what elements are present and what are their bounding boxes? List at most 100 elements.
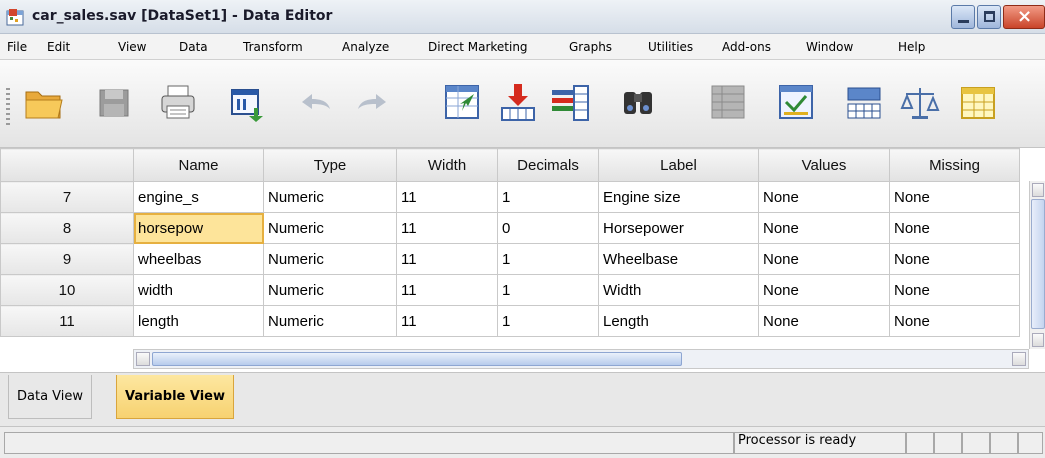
vertical-scroll-thumb[interactable]: [1031, 199, 1045, 329]
open-folder-icon[interactable]: [22, 80, 66, 124]
table-cell[interactable]: None: [889, 305, 1020, 337]
column-header[interactable]: Width: [396, 148, 498, 182]
menu-graphs[interactable]: Graphs: [569, 40, 612, 54]
scroll-up-icon[interactable]: [1032, 183, 1044, 197]
menu-transform[interactable]: Transform: [243, 40, 303, 54]
menu-file[interactable]: File: [7, 40, 27, 54]
scroll-left-icon[interactable]: [136, 352, 150, 366]
table-cell[interactable]: length: [133, 305, 264, 337]
menu-add-ons[interactable]: Add-ons: [722, 40, 771, 54]
column-header[interactable]: Values: [758, 148, 890, 182]
row-number[interactable]: 9: [0, 243, 134, 275]
table-cell[interactable]: None: [758, 305, 890, 337]
table-cell[interactable]: wheelbas: [133, 243, 264, 275]
row-number[interactable]: 8: [0, 212, 134, 244]
table-cell[interactable]: 11: [396, 274, 498, 306]
table-cell[interactable]: Length: [598, 305, 759, 337]
variable-grid: Name Type Width Decimals Label Values Mi…: [0, 148, 1045, 372]
print-icon[interactable]: [156, 80, 200, 124]
table-cell[interactable]: 1: [497, 305, 599, 337]
table-row: 9 wheelbas Numeric 11 1 Wheelbase None N…: [0, 243, 1020, 275]
weight-cases-icon[interactable]: [898, 80, 942, 124]
column-header[interactable]: Label: [598, 148, 759, 182]
column-header[interactable]: Name: [133, 148, 264, 182]
table-cell[interactable]: 1: [497, 181, 599, 213]
maximize-button[interactable]: [977, 5, 1001, 29]
menu-view[interactable]: View: [118, 40, 146, 54]
insert-variable-icon[interactable]: [774, 80, 818, 124]
column-header[interactable]: Decimals: [497, 148, 599, 182]
table-cell[interactable]: None: [889, 243, 1020, 275]
find-icon[interactable]: [616, 80, 660, 124]
table-cell[interactable]: None: [889, 181, 1020, 213]
horizontal-scrollbar[interactable]: [133, 349, 1029, 369]
vertical-scrollbar[interactable]: [1029, 181, 1045, 349]
row-number[interactable]: 7: [0, 181, 134, 213]
menu-direct-marketing[interactable]: Direct Marketing: [428, 40, 528, 54]
table-cell[interactable]: None: [758, 274, 890, 306]
table-cell[interactable]: engine_s: [133, 181, 264, 213]
table-cell[interactable]: Wheelbase: [598, 243, 759, 275]
close-button[interactable]: ×: [1003, 5, 1045, 29]
corner-header[interactable]: [0, 148, 134, 182]
status-pane: [4, 432, 734, 454]
table-cell[interactable]: Numeric: [263, 212, 397, 244]
menu-data[interactable]: Data: [179, 40, 208, 54]
table-cell[interactable]: 11: [396, 305, 498, 337]
variables-icon[interactable]: [548, 80, 592, 124]
table-cell[interactable]: Numeric: [263, 243, 397, 275]
redo-icon[interactable]: [350, 80, 394, 124]
go-to-variable-icon[interactable]: [496, 80, 540, 124]
menu-analyze[interactable]: Analyze: [342, 40, 389, 54]
go-to-case-icon[interactable]: [440, 80, 484, 124]
table-cell[interactable]: 11: [396, 181, 498, 213]
row-number[interactable]: 11: [0, 305, 134, 337]
menu-bar: File Edit View Data Transform Analyze Di…: [0, 34, 1045, 60]
split-file-icon[interactable]: [842, 80, 886, 124]
scroll-right-icon[interactable]: [1012, 352, 1026, 366]
table-cell[interactable]: None: [758, 181, 890, 213]
table-cell[interactable]: Engine size: [598, 181, 759, 213]
status-bar: Processor is ready: [0, 426, 1045, 458]
table-cell[interactable]: None: [758, 243, 890, 275]
minimize-button[interactable]: [951, 5, 975, 29]
table-cell[interactable]: 11: [396, 212, 498, 244]
table-cell[interactable]: None: [889, 212, 1020, 244]
menu-edit[interactable]: Edit: [47, 40, 70, 54]
tab-data-view[interactable]: Data View: [8, 375, 93, 419]
table-cell[interactable]: Width: [598, 274, 759, 306]
menu-utilities[interactable]: Utilities: [648, 40, 693, 54]
table-cell[interactable]: None: [889, 274, 1020, 306]
save-icon[interactable]: [92, 80, 136, 124]
table-cell[interactable]: 11: [396, 243, 498, 275]
maximize-icon: [984, 11, 995, 22]
selected-cell[interactable]: horsepow: [133, 212, 264, 244]
table-row: 10 width Numeric 11 1 Width None None: [0, 274, 1020, 306]
toolbar-grip-icon[interactable]: [6, 88, 10, 128]
menu-help[interactable]: Help: [898, 40, 925, 54]
table-cell[interactable]: Numeric: [263, 181, 397, 213]
dialog-recall-icon[interactable]: [224, 80, 268, 124]
column-header[interactable]: Missing: [889, 148, 1020, 182]
horizontal-scroll-thumb[interactable]: [152, 352, 682, 366]
table-cell[interactable]: width: [133, 274, 264, 306]
select-cases-icon[interactable]: [956, 80, 1000, 124]
scroll-down-icon[interactable]: [1032, 333, 1044, 347]
table-row: 7 engine_s Numeric 11 1 Engine size None…: [0, 181, 1020, 213]
column-header[interactable]: Type: [263, 148, 397, 182]
undo-icon[interactable]: [294, 80, 338, 124]
table-cell[interactable]: Numeric: [263, 305, 397, 337]
close-icon: ×: [1017, 6, 1033, 27]
table-cell[interactable]: None: [758, 212, 890, 244]
insert-cases-icon[interactable]: [706, 80, 750, 124]
table-cell[interactable]: Horsepower: [598, 212, 759, 244]
table-cell[interactable]: 1: [497, 274, 599, 306]
table-cell[interactable]: 1: [497, 243, 599, 275]
row-number[interactable]: 10: [0, 274, 134, 306]
tab-variable-view[interactable]: Variable View: [116, 375, 234, 419]
table-cell[interactable]: 0: [497, 212, 599, 244]
table-row: 11 length Numeric 11 1 Length None None: [0, 305, 1020, 337]
table-cell[interactable]: Numeric: [263, 274, 397, 306]
spss-app-icon: [6, 9, 24, 26]
menu-window[interactable]: Window: [806, 40, 853, 54]
